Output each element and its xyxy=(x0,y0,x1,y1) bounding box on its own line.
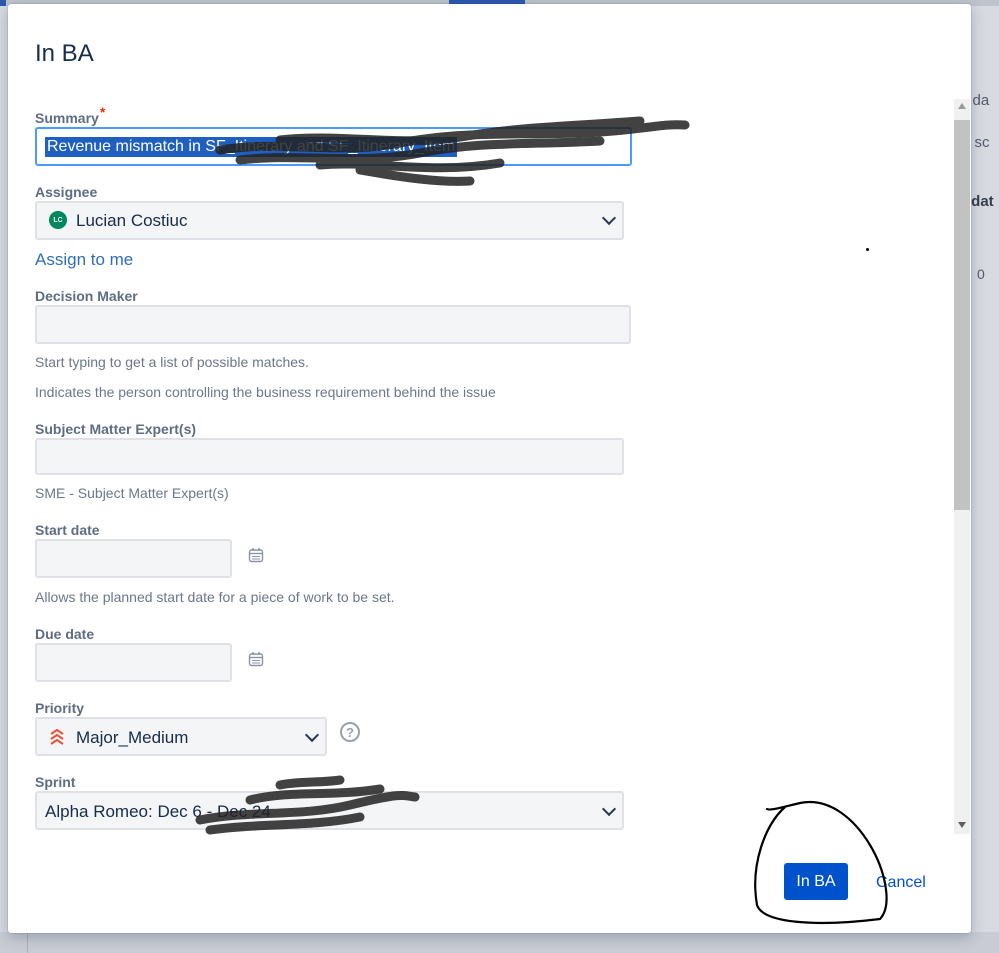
redaction-scribble xyxy=(195,775,420,835)
question-icon[interactable]: ? xyxy=(340,722,360,742)
chevron-down-icon xyxy=(601,801,617,817)
assignee-select[interactable]: LC Lucian Costiuc xyxy=(35,201,624,240)
scrollbar-thumb[interactable] xyxy=(954,120,970,510)
priority-major-icon xyxy=(50,728,64,745)
calendar-icon[interactable] xyxy=(248,547,264,563)
assignee-label: Assignee xyxy=(35,184,98,200)
annotation-circle xyxy=(754,800,888,925)
decision-maker-input[interactable] xyxy=(35,305,631,344)
required-mark: * xyxy=(99,104,106,120)
sme-help: SME - Subject Matter Expert(s) xyxy=(35,485,229,501)
start-date-input[interactable] xyxy=(35,539,232,578)
calendar-icon[interactable] xyxy=(248,651,264,667)
priority-label: Priority xyxy=(35,700,85,716)
decision-maker-label: Decision Maker xyxy=(35,288,138,304)
assign-to-me-link[interactable]: Assign to me xyxy=(35,250,133,270)
decision-maker-help-1: Start typing to get a list of possible m… xyxy=(35,354,309,370)
priority-select[interactable]: Major_Medium xyxy=(35,717,327,756)
sme-input[interactable] xyxy=(35,438,624,475)
stray-dot xyxy=(866,248,869,251)
sprint-label: Sprint xyxy=(35,774,76,790)
redaction-scribble xyxy=(215,116,690,186)
summary-label-text: Summary xyxy=(35,110,99,126)
start-date-help: Allows the planned start date for a piec… xyxy=(35,589,395,605)
dialog-title: In BA xyxy=(35,40,94,67)
priority-value: Major_Medium xyxy=(76,728,189,747)
start-date-label: Start date xyxy=(35,522,100,538)
summary-label: Summary* xyxy=(35,104,105,126)
scroll-down-icon[interactable] xyxy=(958,822,966,828)
avatar: LC xyxy=(49,211,67,229)
scroll-up-icon[interactable] xyxy=(958,103,966,109)
sme-label: Subject Matter Expert(s) xyxy=(35,421,197,437)
due-date-label: Due date xyxy=(35,626,95,642)
due-date-input[interactable] xyxy=(35,643,232,682)
decision-maker-help-2: Indicates the person controlling the bus… xyxy=(35,384,496,400)
assignee-value: Lucian Costiuc xyxy=(76,211,188,230)
chevron-down-icon xyxy=(304,727,320,743)
chevron-down-icon xyxy=(601,210,617,226)
